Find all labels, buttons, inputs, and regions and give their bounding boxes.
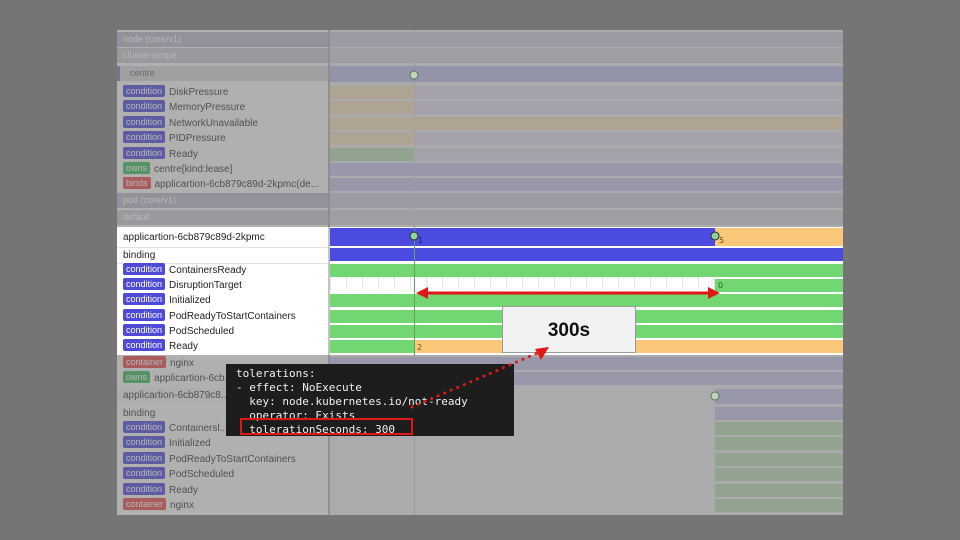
dotted-connector xyxy=(410,347,549,409)
event-marker-icon xyxy=(710,391,720,401)
annotation-overlay xyxy=(409,70,720,409)
arrow-head-left-icon xyxy=(416,287,428,299)
dotted-connector-line xyxy=(410,350,542,409)
duration-arrow xyxy=(416,287,720,299)
event-markers xyxy=(409,70,720,401)
event-marker-icon xyxy=(710,231,720,241)
event-marker-icon xyxy=(409,231,419,241)
event-marker-icon xyxy=(409,70,419,80)
arrow-head-right-icon xyxy=(708,287,720,299)
